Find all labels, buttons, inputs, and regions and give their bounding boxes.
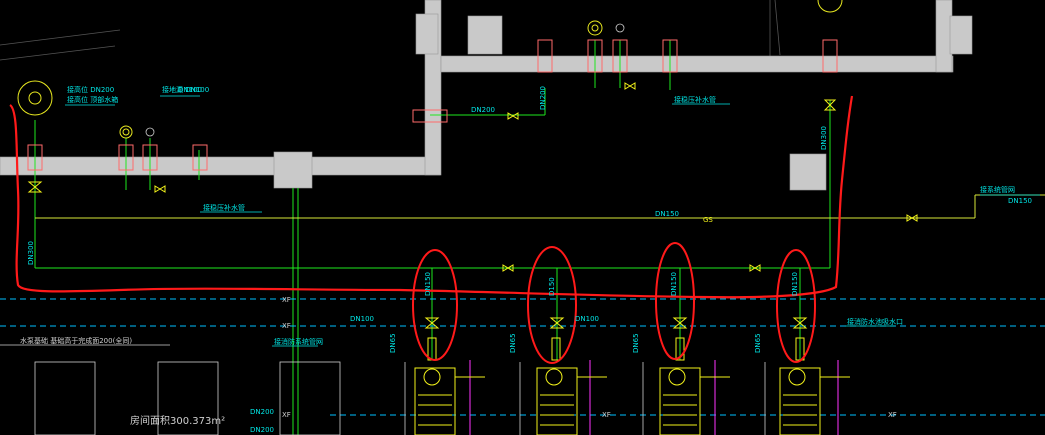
label-xf-3: XF (282, 411, 291, 419)
label-xf-1: XF (282, 296, 291, 304)
label-xf-5: XF (888, 411, 897, 419)
cyan-dashed-lines (0, 298, 1045, 416)
annotation-leaders (65, 95, 1040, 347)
highlight-ellipse-3 (655, 242, 695, 360)
yellow-lines (35, 194, 1045, 219)
note-top-left-2: 接高位 顶部水箱 (67, 95, 118, 104)
label-dn150-pump4: DN150 (791, 272, 799, 296)
label-dn200-mid: DN200 (539, 86, 547, 110)
walls (0, 0, 973, 191)
reference-lines (0, 0, 781, 61)
label-dn150-right: DN150 (1008, 197, 1032, 205)
note-right-system: 接系统管网 (980, 185, 1015, 194)
magenta-lines (469, 360, 839, 435)
label-dn200-top: DN200 (471, 106, 495, 114)
label-dn300-left: DN300 (27, 241, 35, 265)
label-dn100-left: DN100 (575, 315, 599, 323)
note-top-mid: 接地漏 DN100 (162, 85, 209, 94)
note-pump-system: 接消防系统管网 (274, 337, 323, 346)
pump-3 (659, 337, 730, 435)
note-top-left: 接高位 DN200 (67, 85, 114, 94)
label-dn150-pump1: DN150 (424, 272, 432, 296)
pipe-labels: DN200 DN200 DN300 DN150 GS DN150 DN300 D… (20, 85, 1032, 434)
label-gs: GS (703, 216, 713, 224)
label-dn150-main: DN150 (655, 210, 679, 218)
note-pump-foundation: 水泵基础 基础高于完成面200(全同) (20, 336, 132, 345)
note-right-pump: 接消防水池吸水口 (847, 317, 903, 326)
note-supply-right: 接稳压补水管 (674, 95, 716, 104)
label-dn65-4: DN65 (754, 333, 762, 353)
room-outlines (0, 344, 766, 435)
label-room-area: 房间面积300.373m² (130, 414, 225, 427)
label-xf-2: XF (282, 322, 291, 330)
label-dn150-pump2: D150 (548, 277, 556, 296)
highlight-ellipse-1 (412, 249, 458, 361)
label-dn65-2: DN65 (509, 333, 517, 353)
label-dn200-bottom-1: DN200 (250, 408, 274, 416)
cad-drawing-canvas: DN200 DN200 DN300 DN150 GS DN150 DN300 D… (0, 0, 1045, 435)
label-dn65-1: DN65 (389, 333, 397, 353)
label-xf-4: XF (602, 411, 611, 419)
label-dn150-pump3: DN150 (670, 272, 678, 296)
pump-2 (536, 337, 607, 435)
label-dn65-3: DN65 (632, 333, 640, 353)
pump-1 (414, 337, 485, 435)
label-dn200-bottom-2: DN200 (250, 426, 274, 434)
label-dn100-mid: DN100 (350, 315, 374, 323)
label-dn300-right: DN300 (820, 126, 828, 150)
pump-4 (779, 337, 850, 435)
note-supply-left: 接稳压补水管 (203, 203, 245, 212)
